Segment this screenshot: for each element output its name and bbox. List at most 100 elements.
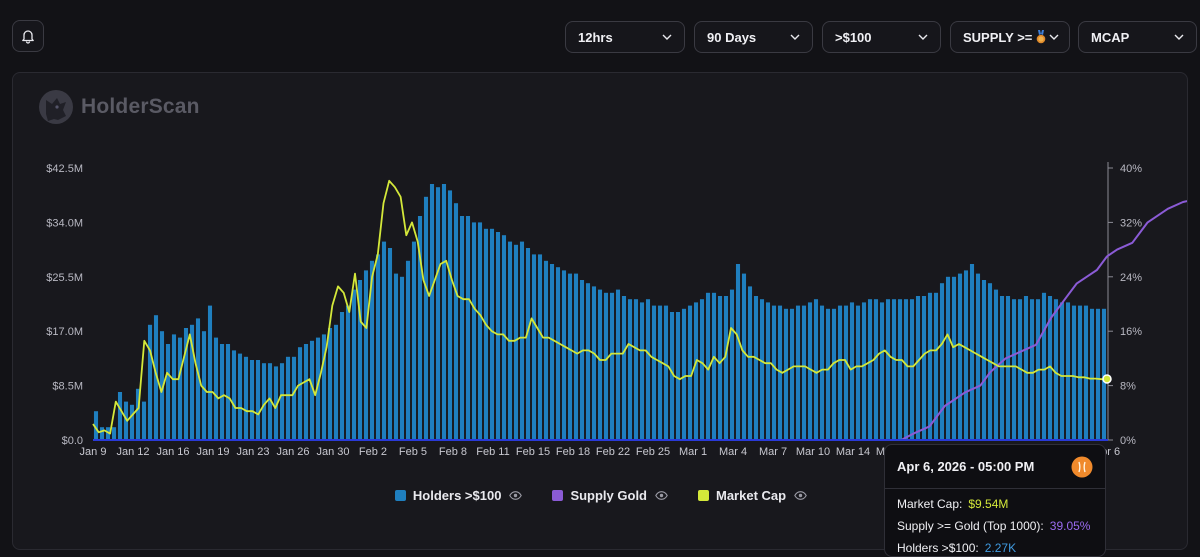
holders-bar bbox=[891, 299, 897, 440]
x-tick-label: Jan 12 bbox=[116, 446, 149, 458]
holders-bar bbox=[729, 289, 735, 440]
notifications-button[interactable] bbox=[12, 20, 44, 52]
x-tick-label: Feb 15 bbox=[516, 446, 550, 458]
holders-bar bbox=[1029, 299, 1035, 440]
y-left-tick-label: $25.5M bbox=[46, 272, 83, 284]
holders-bar bbox=[471, 222, 477, 440]
legend-item-supply[interactable]: Supply Gold bbox=[552, 488, 668, 503]
holders-bar bbox=[579, 280, 585, 440]
metric-select[interactable]: MCAP bbox=[1078, 21, 1197, 53]
tooltip-header: Apr 6, 2026 - 05:00 PM bbox=[885, 445, 1105, 489]
chevron-down-icon bbox=[1049, 34, 1059, 40]
holders-bar bbox=[477, 222, 483, 440]
holders-bar bbox=[1005, 296, 1011, 440]
holders-bar bbox=[903, 299, 909, 440]
holders-bar bbox=[741, 273, 747, 440]
legend-swatch bbox=[698, 490, 709, 501]
holders-bar bbox=[1059, 302, 1065, 440]
holders-bar bbox=[831, 308, 837, 440]
eye-icon[interactable] bbox=[794, 491, 807, 500]
legend-item-mcap[interactable]: Market Cap bbox=[698, 488, 807, 503]
holders-bar bbox=[453, 203, 459, 440]
eye-icon[interactable] bbox=[509, 491, 523, 500]
holders-bar bbox=[867, 299, 873, 440]
holders-bar bbox=[345, 305, 351, 440]
holders-bar bbox=[621, 296, 627, 440]
y-left-tick-label: $17.0M bbox=[46, 326, 83, 338]
holders-bar bbox=[201, 331, 207, 440]
holders-bar bbox=[531, 254, 537, 440]
holders-bar bbox=[609, 292, 615, 440]
range-select[interactable]: 90 Days bbox=[694, 21, 813, 53]
holders-bar bbox=[303, 344, 309, 440]
chevron-down-icon bbox=[918, 34, 928, 40]
holders-bar bbox=[939, 283, 945, 440]
tooltip-supply-row: Supply >= Gold (Top 1000): 39.05% bbox=[885, 519, 1105, 533]
x-tick-label: Mar 10 bbox=[796, 446, 830, 458]
tooltip-holders-label: Holders >$100: bbox=[897, 541, 979, 555]
holder-filter-select[interactable]: >$100 bbox=[822, 21, 941, 53]
holders-bar bbox=[1083, 305, 1089, 440]
holders-bar bbox=[225, 344, 231, 440]
x-tick-label: Feb 18 bbox=[556, 446, 590, 458]
holders-bar bbox=[843, 305, 849, 440]
x-tick-label: Mar 7 bbox=[759, 446, 787, 458]
holders-bar bbox=[429, 184, 435, 440]
holders-bar bbox=[447, 190, 453, 440]
holders-bar bbox=[681, 308, 687, 440]
legend-label: Supply Gold bbox=[570, 488, 647, 503]
holders-bar bbox=[885, 299, 891, 440]
range-value: 90 Days bbox=[707, 29, 757, 45]
holders-bar bbox=[249, 360, 255, 440]
y-right-tick-label: 40% bbox=[1120, 163, 1142, 175]
holders-bar bbox=[975, 273, 981, 440]
holders-bar bbox=[537, 254, 543, 440]
holders-bar bbox=[255, 360, 261, 440]
y-right-tick-label: 32% bbox=[1120, 217, 1142, 229]
holders-bar bbox=[237, 353, 243, 440]
holders-bar bbox=[633, 299, 639, 440]
interval-select[interactable]: 12hrs bbox=[565, 21, 685, 53]
tooltip-mcap-value: $9.54M bbox=[968, 497, 1009, 511]
holders-bar bbox=[411, 241, 417, 440]
holders-bar bbox=[339, 312, 345, 440]
holders-bar bbox=[657, 305, 663, 440]
holders-bar bbox=[771, 305, 777, 440]
holders-bar bbox=[663, 305, 669, 440]
holders-bar bbox=[207, 305, 213, 440]
holders-bar bbox=[1095, 308, 1101, 440]
holders-bar bbox=[561, 270, 567, 440]
holders-bar bbox=[999, 296, 1005, 440]
holders-bar bbox=[819, 305, 825, 440]
holders-bar bbox=[783, 308, 789, 440]
tooltip-supply-label: Supply >= Gold (Top 1000): bbox=[897, 519, 1044, 533]
holders-bar bbox=[1041, 292, 1047, 440]
holders-bar bbox=[327, 328, 333, 440]
supply-filter-select[interactable]: SUPPLY >= bbox=[950, 21, 1070, 53]
chevron-down-icon bbox=[1174, 34, 1184, 40]
holders-bar bbox=[1065, 302, 1071, 440]
x-tick-label: Jan 16 bbox=[156, 446, 189, 458]
holders-bar bbox=[381, 241, 387, 440]
legend-item-holders[interactable]: Holders >$100 bbox=[394, 488, 523, 503]
eye-icon[interactable] bbox=[655, 491, 668, 500]
x-tick-label: Jan 19 bbox=[196, 446, 229, 458]
tooltip-date: Apr 6, 2026 - 05:00 PM bbox=[897, 459, 1035, 474]
holders-bar bbox=[711, 292, 717, 440]
holders-bar bbox=[627, 299, 633, 440]
holders-bar bbox=[567, 273, 573, 440]
legend-label: Market Cap bbox=[716, 488, 787, 503]
x-tick-label: Feb 22 bbox=[596, 446, 630, 458]
holders-bar bbox=[909, 299, 915, 440]
x-tick-label: Mar 4 bbox=[719, 446, 747, 458]
holders-bar bbox=[543, 260, 549, 440]
holders-bar bbox=[1023, 296, 1029, 440]
x-tick-label: Jan 9 bbox=[80, 446, 107, 458]
holders-bar bbox=[177, 337, 183, 440]
y-left-tick-label: $8.5M bbox=[52, 381, 83, 393]
holders-bar bbox=[99, 427, 105, 440]
holders-bar bbox=[591, 286, 597, 440]
holders-bar bbox=[603, 292, 609, 440]
holders-bar bbox=[639, 302, 645, 440]
holders-bar bbox=[837, 305, 843, 440]
